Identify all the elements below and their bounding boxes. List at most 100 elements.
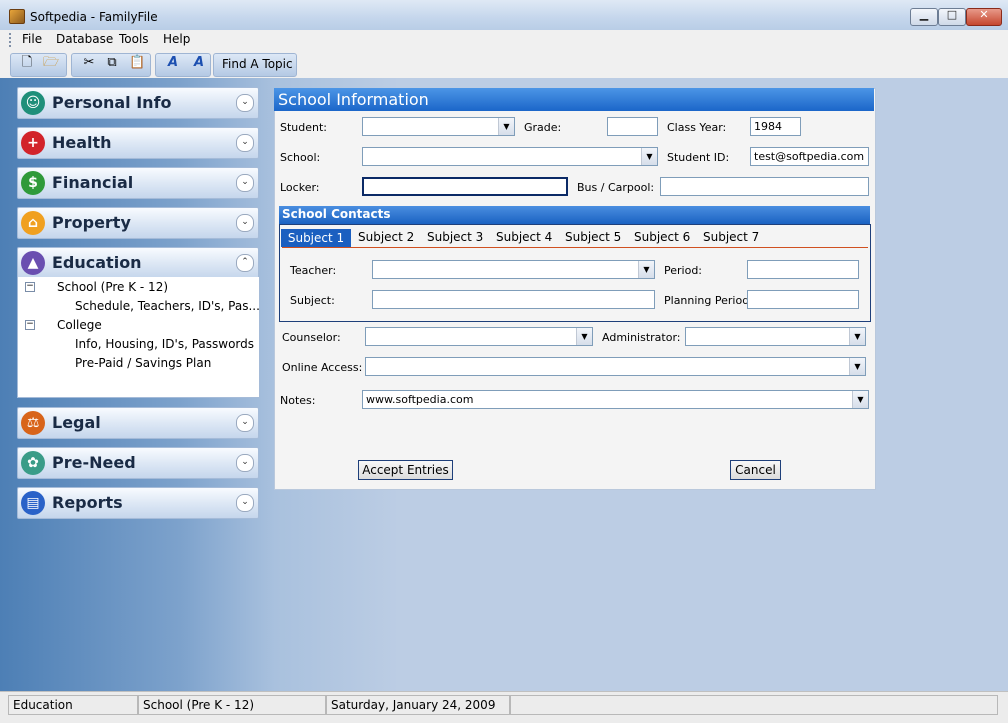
- period-field[interactable]: [747, 260, 859, 279]
- contacts-title: School Contacts: [282, 207, 391, 221]
- student-id-label: Student ID:: [667, 151, 730, 164]
- copy-icon[interactable]: ⧉: [105, 56, 119, 70]
- find-topic-button[interactable]: Find A Topic: [222, 57, 293, 71]
- planning-period-field[interactable]: [747, 290, 859, 309]
- cancel-button[interactable]: Cancel: [730, 460, 781, 480]
- student-dropdown[interactable]: ▼: [362, 117, 515, 136]
- chevron-down-icon: ▼: [576, 328, 592, 345]
- tab-subject-2[interactable]: Subject 2: [358, 230, 414, 247]
- nav-health[interactable]: + Health ⌄: [17, 127, 259, 159]
- bus-label: Bus / Carpool:: [577, 181, 655, 194]
- chevron-down-icon: ▼: [641, 148, 657, 165]
- nav-label: Legal: [52, 413, 101, 432]
- chevron-down-icon: ▼: [849, 358, 865, 375]
- nav-personal-info[interactable]: ☺ Personal Info ⌄: [17, 87, 259, 119]
- menu-help[interactable]: Help: [163, 32, 190, 46]
- person-icon: ☺: [21, 91, 45, 115]
- tab-subject-7[interactable]: Subject 7: [703, 230, 759, 247]
- tab-subject-6[interactable]: Subject 6: [634, 230, 690, 247]
- status-empty: [510, 695, 998, 715]
- status-date: Saturday, January 24, 2009: [326, 695, 510, 715]
- subject-field[interactable]: [372, 290, 655, 309]
- report-icon: ▤: [21, 491, 45, 515]
- grade-field[interactable]: [607, 117, 658, 136]
- class-year-label: Class Year:: [667, 121, 727, 134]
- window-title: Softpedia - FamilyFile: [30, 10, 158, 24]
- grade-label: Grade:: [524, 121, 562, 134]
- paste-icon[interactable]: 📋: [129, 56, 145, 70]
- nav-label: Reports: [52, 493, 123, 512]
- chevron-up-icon[interactable]: ⌃: [236, 254, 254, 272]
- minimize-button[interactable]: ▁: [910, 8, 938, 26]
- subject-label: Subject:: [290, 294, 335, 307]
- chevron-down-icon: ▼: [498, 118, 514, 135]
- leaf-icon: ✿: [21, 451, 45, 475]
- student-label: Student:: [280, 121, 328, 134]
- tree-item-school[interactable]: School (Pre K - 12): [57, 280, 168, 294]
- locker-field[interactable]: [362, 177, 568, 196]
- app-icon: [9, 9, 25, 24]
- nav-label: Property: [52, 213, 131, 232]
- menu-file[interactable]: File: [22, 32, 42, 46]
- nav-property[interactable]: ⌂ Property ⌄: [17, 207, 259, 239]
- nav-education[interactable]: ▲ Education ⌃: [17, 247, 259, 279]
- nav-label: Personal Info: [52, 93, 172, 112]
- accept-entries-button[interactable]: Accept Entries: [358, 460, 453, 480]
- administrator-label: Administrator:: [602, 331, 681, 344]
- font-decrease-icon[interactable]: A: [192, 56, 206, 70]
- tree-item-prepaid[interactable]: Pre-Paid / Savings Plan: [75, 356, 211, 370]
- chevron-down-icon: ▼: [849, 328, 865, 345]
- class-year-field[interactable]: 1984: [750, 117, 801, 136]
- tab-subject-5[interactable]: Subject 5: [565, 230, 621, 247]
- form-title: School Information: [278, 90, 429, 109]
- chevron-down-icon[interactable]: ⌄: [236, 454, 254, 472]
- chevron-down-icon[interactable]: ⌄: [236, 174, 254, 192]
- maximize-button[interactable]: □: [938, 8, 966, 26]
- school-label: School:: [280, 151, 321, 164]
- dollar-icon: $: [21, 171, 45, 195]
- cut-icon[interactable]: ✂: [82, 56, 96, 70]
- nav-label: Pre-Need: [52, 453, 136, 472]
- nav-pre-need[interactable]: ✿ Pre-Need ⌄: [17, 447, 259, 479]
- nav-label: Education: [52, 253, 142, 272]
- chevron-down-icon[interactable]: ⌄: [236, 94, 254, 112]
- menu-database[interactable]: Database: [56, 32, 113, 46]
- tab-underline: [282, 247, 868, 248]
- online-access-dropdown[interactable]: ▼: [365, 357, 866, 376]
- collapse-toggle-icon[interactable]: −: [25, 282, 35, 292]
- collapse-toggle-icon[interactable]: −: [25, 320, 35, 330]
- notes-value: www.softpedia.com: [366, 393, 474, 406]
- menu-bar: [0, 30, 1008, 50]
- open-folder-icon[interactable]: 🗁: [43, 56, 59, 70]
- new-file-icon[interactable]: 🗋: [20, 56, 34, 70]
- menu-tools[interactable]: Tools: [119, 32, 149, 46]
- chevron-down-icon[interactable]: ⌄: [236, 214, 254, 232]
- close-button[interactable]: ✕: [966, 8, 1002, 26]
- student-id-field[interactable]: test@softpedia.com: [750, 147, 869, 166]
- minimize-icon: ▁: [919, 8, 929, 21]
- nav-legal[interactable]: ⚖ Legal ⌄: [17, 407, 259, 439]
- chevron-down-icon: ▼: [638, 261, 654, 278]
- tab-subject-4[interactable]: Subject 4: [496, 230, 552, 247]
- toolbar: [0, 50, 1008, 79]
- close-icon: ✕: [979, 8, 989, 21]
- chevron-down-icon[interactable]: ⌄: [236, 494, 254, 512]
- nav-financial[interactable]: $ Financial ⌄: [17, 167, 259, 199]
- tab-subject-3[interactable]: Subject 3: [427, 230, 483, 247]
- counselor-dropdown[interactable]: ▼: [365, 327, 593, 346]
- administrator-dropdown[interactable]: ▼: [685, 327, 866, 346]
- chevron-down-icon[interactable]: ⌄: [236, 414, 254, 432]
- notes-dropdown[interactable]: www.softpedia.com ▼: [362, 390, 869, 409]
- tree-item-schedule[interactable]: Schedule, Teachers, ID's, Pas...: [75, 299, 260, 313]
- bus-carpool-field[interactable]: [660, 177, 869, 196]
- chevron-down-icon[interactable]: ⌄: [236, 134, 254, 152]
- status-section: Education: [8, 695, 138, 715]
- font-increase-icon[interactable]: A: [166, 56, 180, 70]
- nav-reports[interactable]: ▤ Reports ⌄: [17, 487, 259, 519]
- tree-item-college-info[interactable]: Info, Housing, ID's, Passwords: [75, 337, 254, 351]
- teacher-dropdown[interactable]: ▼: [372, 260, 655, 279]
- school-dropdown[interactable]: ▼: [362, 147, 658, 166]
- tab-subject-1[interactable]: Subject 1: [281, 229, 351, 247]
- tree-item-college[interactable]: College: [57, 318, 102, 332]
- scales-icon: ⚖: [21, 411, 45, 435]
